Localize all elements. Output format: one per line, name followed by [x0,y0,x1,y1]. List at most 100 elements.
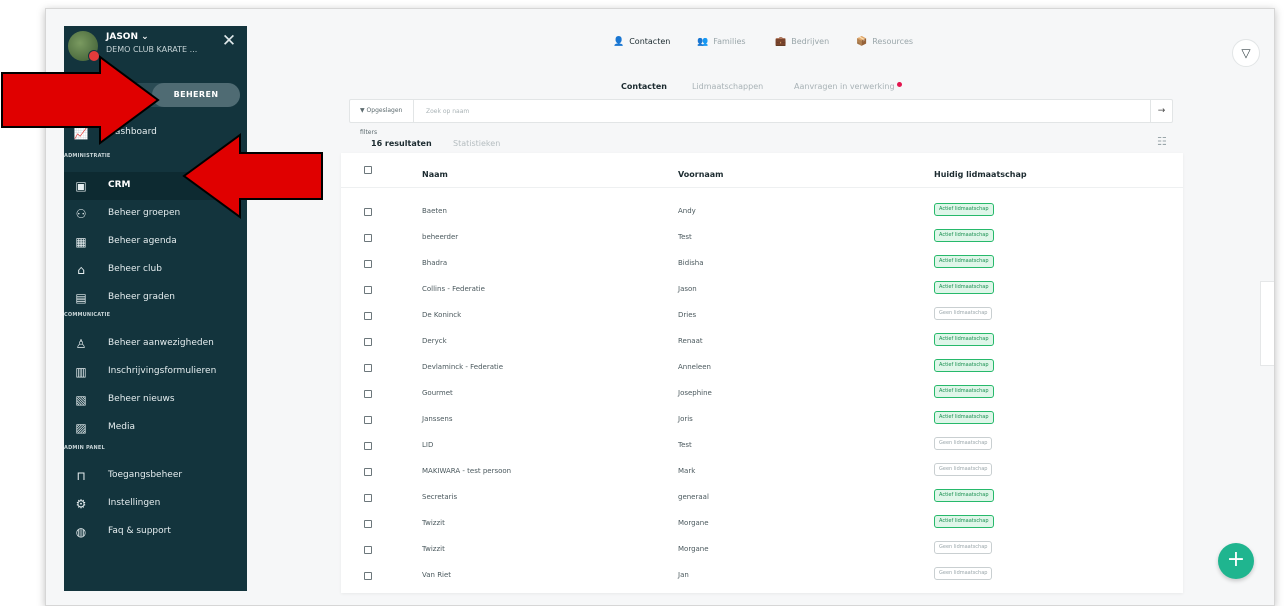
table-row[interactable]: Collins - Federatie Jason Actief lidmaatsc… [341,277,1183,303]
topnav-families-label: Families [713,37,746,46]
table-row[interactable]: Devlaminck - Federatie Anneleen Actief lid… [341,355,1183,381]
contacts-table: Naam Voornaam Huidig lidmaatschap Baeten… [341,153,1183,593]
sidebar-item-label: Toegangsbeheer [108,470,183,480]
topnav-bedrijven[interactable]: 💼 Bedrijven [775,37,829,47]
sidebar-item-beheer-graden[interactable]: ▤ Beheer graden [64,284,247,312]
table-row[interactable]: Janssens Joris Actief lidmaatschap [341,407,1183,433]
cell-voornaam: Renaat [678,337,703,345]
news-icon: ▧ [75,393,87,407]
sidebar-item-label: Inschrijvingsformulieren [108,366,217,376]
status-badge: Actief lidmaatschap [934,359,994,372]
cell-voornaam: Anneleen [678,363,711,371]
sidebar-item-faq-support[interactable]: ◍ Faq & support [64,518,247,546]
header-voornaam[interactable]: Voornaam [678,170,724,179]
club-name[interactable]: DEMO CLUB KARATE ... [106,45,197,54]
close-icon[interactable]: ✕ [220,32,238,50]
row-checkbox[interactable] [364,260,372,268]
cell-naam: Janssens [422,415,453,423]
table-row[interactable]: Baeten Andy Actief lidmaatschap [341,199,1183,225]
section-admin-panel: ADMIN PANEL [64,445,105,451]
tab-results[interactable]: 16 resultaten [371,139,432,148]
table-row[interactable]: Van Riet Jan Geen lidmaatschap [341,563,1183,589]
status-badge: Geen lidmaatschap [934,541,993,554]
subtab-lidmaatschappen[interactable]: Lidmaatschappen [692,82,763,91]
sidebar-item-beheer-agenda[interactable]: ▦ Beheer agenda [64,228,247,256]
add-contact-button[interactable]: + [1218,543,1254,579]
table-row[interactable]: De Koninck Dries Geen lidmaatschap [341,303,1183,329]
row-checkbox[interactable] [364,416,372,424]
sidebar-item-beheer-club[interactable]: ⌂ Beheer club [64,256,247,284]
annotation-arrow-right-icon [1,55,160,145]
sidebar-item-label: Beheer club [108,264,162,274]
table-row[interactable]: beheerder Test Actief lidmaatschap [341,225,1183,251]
sidebar-item-instellingen[interactable]: ⚙ Instellingen [64,490,247,518]
sidebar-item-inschrijvingsformulieren[interactable]: ▥ Inschrijvingsformulieren [64,358,247,386]
sidebar-item-beheer-aanwezigheden[interactable]: ♙ Beheer aanwezigheden [64,330,247,358]
table-row[interactable]: MAKIWARA - test persoon Mark Geen lidmaats… [341,459,1183,485]
subtab-aanvragen[interactable]: Aanvragen in verwerking [794,82,902,91]
topnav-contacten[interactable]: 👤 Contacten [613,37,670,47]
status-badge: Actief lidmaatschap [934,255,994,268]
sidebar-item-toegangsbeheer[interactable]: ⊓ Toegangsbeheer [64,462,247,490]
row-checkbox[interactable] [364,572,372,580]
sidebar-item-media[interactable]: ▨ Media [64,414,247,442]
user-name[interactable]: JASON ⌄ [106,32,149,42]
row-checkbox[interactable] [364,286,372,294]
row-checkbox[interactable] [364,338,372,346]
cell-voornaam: Test [678,441,692,449]
table-row[interactable]: Twizzit Morgane Geen lidmaatschap [341,537,1183,563]
table-row[interactable]: Secretaris generaal Actief lidmaatschap [341,485,1183,511]
table-row[interactable]: Twizzit Morgane Actief lidmaatschap [341,511,1183,537]
cell-voornaam: Jan [678,571,689,579]
table-row[interactable]: LID Test Geen lidmaatschap [341,433,1183,459]
row-checkbox[interactable] [364,520,372,528]
row-checkbox[interactable] [364,364,372,372]
search-input[interactable] [418,100,1138,122]
cell-voornaam: Andy [678,207,696,215]
plus-icon: + [1226,547,1246,572]
row-checkbox[interactable] [364,442,372,450]
status-badge: Actief lidmaatschap [934,281,994,294]
sidebar-item-label: Instellingen [108,498,161,508]
saved-filters-button[interactable]: ▼ Opgeslagen filters [350,100,414,136]
cell-naam: Collins - Federatie [422,285,485,293]
cell-voornaam: Morgane [678,545,709,553]
columns-icon[interactable]: ☷ [1157,135,1167,148]
row-checkbox[interactable] [364,312,372,320]
topnav-resources[interactable]: 📦 Resources [856,37,913,47]
contact-card-icon: ▣ [75,179,87,193]
clipboard-icon: ▥ [75,365,87,379]
search-submit-button[interactable]: → [1150,100,1172,122]
cell-naam: Bhadra [422,259,448,267]
table-row[interactable]: Deryck Renaat Actief lidmaatschap [341,329,1183,355]
sidebar-item-label: CRM [108,180,131,190]
table-row[interactable]: Gourmet Josephine Actief lidmaatschap [341,381,1183,407]
saved-filters-label: Opgeslagen filters [360,107,403,136]
cell-naam: Deryck [422,337,447,345]
row-checkbox[interactable] [364,390,372,398]
row-checkbox[interactable] [364,468,372,476]
support-icon: ◍ [75,525,87,539]
subtab-contacten[interactable]: Contacten [621,82,667,91]
row-checkbox[interactable] [364,208,372,216]
row-checkbox[interactable] [364,234,372,242]
header-divider [341,187,1183,188]
status-badge: Actief lidmaatschap [934,385,994,398]
cell-voornaam: Morgane [678,519,709,527]
tab-statistieken[interactable]: Statistieken [453,139,500,148]
sidebar-item-beheer-nieuws[interactable]: ▧ Beheer nieuws [64,386,247,414]
sidebar-item-label: Beheer groepen [108,208,181,218]
topnav-families[interactable]: 👥 Families [697,37,746,47]
row-checkbox[interactable] [364,494,372,502]
header-naam[interactable]: Naam [422,170,448,179]
side-panel-tab[interactable] [1260,281,1274,366]
mode-beheren[interactable]: BEHEREN [152,83,240,107]
header-lidmaatschap[interactable]: Huidig lidmaatschap [934,170,1027,179]
select-all-checkbox[interactable] [364,166,372,174]
table-row[interactable]: Bhadra Bidisha Actief lidmaatschap [341,251,1183,277]
cell-naam: Baeten [422,207,447,215]
row-checkbox[interactable] [364,546,372,554]
cell-naam: MAKIWARA - test persoon [422,467,512,475]
filter-button[interactable]: ▽ [1232,39,1260,67]
user-check-icon: ♙ [75,337,87,351]
